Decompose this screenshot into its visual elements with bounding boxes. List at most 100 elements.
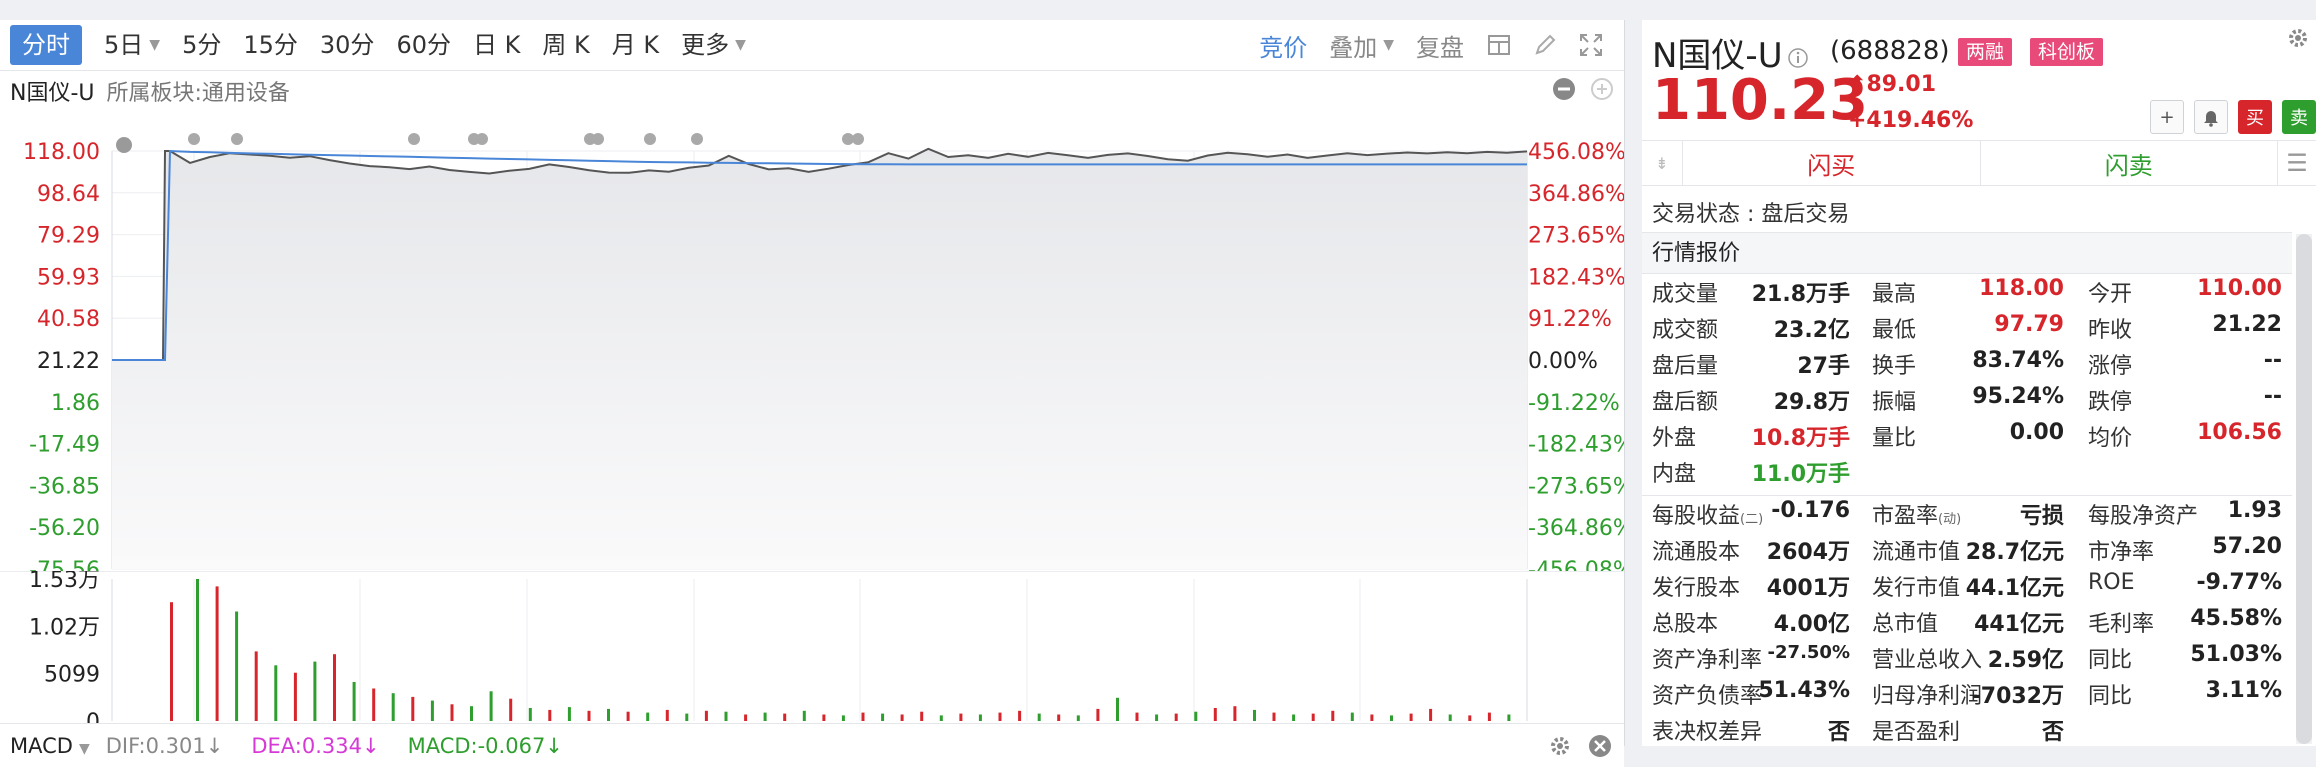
tab-5min[interactable]: 5分 bbox=[182, 25, 221, 65]
price-axis-label: 98.64 bbox=[37, 182, 100, 207]
overlay-button[interactable]: 叠加 ▼ bbox=[1329, 28, 1394, 63]
add-watchlist-button[interactable]: + bbox=[2150, 100, 2184, 134]
scrollbar-thumb[interactable] bbox=[2296, 234, 2312, 744]
quote-row: 成交额 23.2亿 最低 97.79 昨收 21.22 bbox=[1642, 312, 2292, 348]
menu-icon[interactable]: ☰ bbox=[2278, 141, 2316, 185]
info-icon[interactable] bbox=[1787, 47, 1809, 69]
tab-60min[interactable]: 60分 bbox=[396, 25, 451, 65]
tab-5day[interactable]: 5日 ▼ bbox=[104, 25, 160, 65]
volume-bar bbox=[685, 713, 689, 721]
volume-bar bbox=[998, 712, 1002, 721]
restore-button[interactable]: 复盘 bbox=[1416, 28, 1464, 63]
settings-icon[interactable] bbox=[2286, 26, 2310, 50]
event-marker bbox=[644, 133, 656, 145]
quote-field-label: 盘后额 bbox=[1652, 390, 1719, 415]
quote-row: 发行股本 4001万 发行市值 44.1亿元 ROE -9.77% bbox=[1642, 570, 2292, 606]
quote-field-label: 营业总收入 bbox=[1872, 648, 1983, 673]
volume-bar bbox=[372, 688, 376, 721]
volume-bar bbox=[626, 711, 630, 721]
quote-field-value: 51.03% bbox=[2190, 642, 2282, 667]
quote-field-label: 量比 bbox=[1872, 426, 1917, 451]
quote-field-label: 流通股本 bbox=[1652, 540, 1741, 565]
tab-weekly-k[interactable]: 周 K bbox=[542, 25, 589, 65]
volume-axis-label: 1.02万 bbox=[29, 615, 100, 640]
sell-button[interactable]: 卖 bbox=[2282, 100, 2316, 134]
quote-field-label: 最高 bbox=[1872, 282, 1917, 307]
volume-chart[interactable]: 1.53万1.02万50990 bbox=[0, 571, 1624, 733]
volume-bar bbox=[607, 708, 610, 721]
quote-panel: N国仪-U (688828) 两融 科创板 110.23 ⬆89.01 +419… bbox=[1642, 20, 2316, 746]
quote-field-value: 10.8万手 bbox=[1751, 426, 1850, 451]
quote-field-label: 市盈率(动) bbox=[1872, 504, 1962, 529]
grid-icon[interactable] bbox=[1486, 32, 1512, 58]
volume-bar bbox=[528, 708, 532, 721]
period-tabs: 分时 5日 ▼ 5分 15分 30分 60分 日 K 周 K 月 K 更多 ▼ 竞价… bbox=[0, 20, 1624, 71]
percent-axis-label: 91.22% bbox=[1528, 307, 1612, 332]
volume-bar bbox=[235, 611, 239, 721]
quote-field-value: 否 bbox=[2041, 720, 2064, 745]
zoom-out-icon[interactable] bbox=[1552, 77, 1576, 101]
tab-timeshare[interactable]: 分时 bbox=[10, 25, 82, 65]
volume-bar bbox=[841, 715, 845, 721]
bid-button[interactable]: 竞价 bbox=[1259, 28, 1307, 63]
overlay-label: 叠加 bbox=[1329, 33, 1378, 62]
price-axis-label: 40.58 bbox=[37, 307, 100, 332]
volume-bar bbox=[724, 711, 728, 721]
close-icon[interactable] bbox=[1588, 734, 1612, 758]
price-axis-label: -36.85 bbox=[29, 474, 100, 499]
volume-bar bbox=[1331, 710, 1335, 721]
quote-field-value: 1.93 bbox=[2227, 498, 2282, 523]
tab-more[interactable]: 更多 ▼ bbox=[681, 25, 746, 65]
price-axis-label: -17.49 bbox=[29, 433, 100, 458]
margin-trading-badge[interactable]: 两融 bbox=[1958, 38, 2013, 66]
quote-field-label: 发行股本 bbox=[1652, 576, 1741, 601]
volume-bar bbox=[391, 693, 395, 721]
tab-30min[interactable]: 30分 bbox=[320, 25, 375, 65]
event-marker bbox=[188, 133, 200, 145]
tab-monthly-k[interactable]: 月 K bbox=[612, 25, 659, 65]
tab-daily-k[interactable]: 日 K bbox=[473, 25, 520, 65]
volume-bar bbox=[861, 712, 865, 721]
volume-bar bbox=[352, 682, 356, 721]
zoom-in-icon[interactable] bbox=[1590, 77, 1614, 101]
quote-field-label: 表决权差异 bbox=[1652, 720, 1763, 745]
volume-bar bbox=[744, 714, 748, 721]
stock-name: N国仪-U bbox=[10, 81, 95, 106]
chevron-down-icon: ▼ bbox=[735, 37, 746, 53]
fullscreen-icon[interactable] bbox=[1578, 32, 1604, 58]
volume-bar bbox=[822, 714, 826, 721]
quote-row: 流通股本 2604万 流通市值 28.7亿元 市净率 57.20 bbox=[1642, 534, 2292, 570]
price-chart[interactable]: 118.00 456.08% 98.64 364.86% 79.29 273.65% 59.… bbox=[0, 111, 1624, 571]
quote-field-label: 流通市值 bbox=[1872, 540, 1961, 565]
pen-icon[interactable] bbox=[1532, 32, 1558, 58]
settings-icon[interactable] bbox=[1548, 734, 1572, 758]
quote-field-value: 29.8万 bbox=[1773, 390, 1850, 415]
arrow-up-icon: ⬆ bbox=[1848, 72, 1867, 97]
collapse-icon[interactable]: ⇟ bbox=[1642, 141, 1683, 185]
flash-buy-button[interactable]: 闪买 bbox=[1683, 141, 1981, 185]
percent-axis-label: 0.00% bbox=[1528, 349, 1598, 374]
price-change-percent: +419.46% bbox=[1848, 108, 1974, 133]
macd-indicator-bar: MACD ▼ DIF:0.301↓ DEA:0.334↓ MACD:-0.067↓ bbox=[0, 723, 1624, 767]
volume-bar bbox=[763, 712, 767, 721]
volume-bar bbox=[293, 672, 297, 721]
event-marker bbox=[852, 133, 864, 145]
flash-sell-button[interactable]: 闪卖 bbox=[1981, 141, 2278, 185]
volume-bar bbox=[1213, 708, 1217, 721]
percent-axis-label: -364.86% bbox=[1528, 516, 1624, 541]
volume-bar bbox=[1194, 711, 1198, 721]
star-market-badge[interactable]: 科创板 bbox=[2030, 38, 2104, 66]
volume-bar bbox=[1018, 710, 1022, 721]
quote-field-label: ROE bbox=[2088, 570, 2135, 595]
volume-bar bbox=[881, 713, 885, 721]
sector-label[interactable]: 所属板块:通用设备 bbox=[107, 75, 290, 107]
volume-bar bbox=[587, 710, 591, 721]
quote-field-label: 跌停 bbox=[2088, 390, 2133, 415]
tab-15min[interactable]: 15分 bbox=[243, 25, 298, 65]
alert-button[interactable] bbox=[2194, 100, 2228, 134]
quote-field-label: 均价 bbox=[2088, 426, 2133, 451]
volume-bar bbox=[1037, 713, 1041, 721]
volume-bar bbox=[430, 700, 434, 721]
buy-button[interactable]: 买 bbox=[2238, 100, 2272, 134]
quote-row: 表决权差异否是否盈利否 bbox=[1642, 714, 2292, 750]
